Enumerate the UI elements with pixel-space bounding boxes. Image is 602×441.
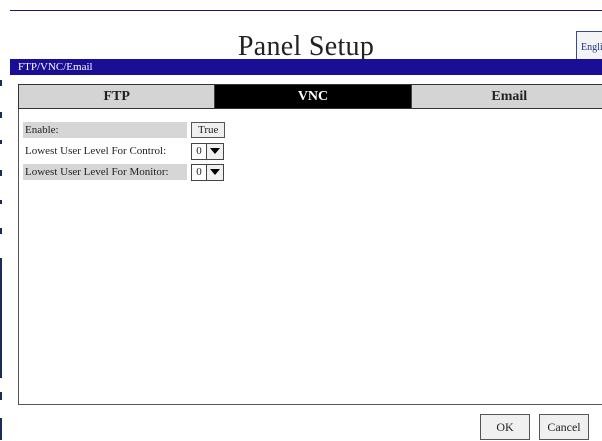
tab-ftp[interactable]: FTP <box>19 85 215 108</box>
control-level-value: 0 <box>196 145 202 157</box>
enable-row: Enable: True <box>23 121 226 139</box>
enable-toggle-button[interactable]: True <box>191 122 226 138</box>
enable-label: Enable: <box>23 122 187 138</box>
panel-setup-dialog: Panel Setup English FTP/VNC/Email FTP VN… <box>10 10 602 441</box>
dropdown-arrow-icon[interactable] <box>206 143 223 159</box>
edge-mark <box>0 200 2 204</box>
ok-button[interactable]: OK <box>480 414 530 440</box>
edge-mark <box>0 258 2 378</box>
edge-mark <box>0 140 2 144</box>
monitor-level-value: 0 <box>196 166 202 178</box>
control-level-label: Lowest User Level For Control: <box>25 145 167 157</box>
cancel-button[interactable]: Cancel <box>539 414 589 440</box>
vnc-settings-panel: Enable: True Lowest User Level For Contr… <box>18 109 602 405</box>
background-window-edge <box>0 0 10 440</box>
edge-mark <box>0 418 2 440</box>
edge-mark <box>0 112 2 118</box>
edge-mark <box>0 80 2 86</box>
edge-mark <box>0 392 2 400</box>
tab-email[interactable]: Email <box>410 85 602 108</box>
tab-vnc[interactable]: VNC <box>214 85 411 108</box>
monitor-level-label: Lowest User Level For Monitor: <box>23 164 187 180</box>
section-header: FTP/VNC/Email <box>10 59 602 75</box>
control-level-select[interactable]: 0 <box>191 142 224 160</box>
tab-bar: FTP VNC Email <box>18 84 602 109</box>
monitor-level-select[interactable]: 0 <box>191 163 224 181</box>
control-level-row: Lowest User Level For Control: 0 <box>23 142 224 160</box>
edge-mark <box>0 170 2 176</box>
edge-mark <box>0 228 2 234</box>
monitor-level-row: Lowest User Level For Monitor: 0 <box>23 163 224 181</box>
dropdown-arrow-icon[interactable] <box>206 164 223 180</box>
